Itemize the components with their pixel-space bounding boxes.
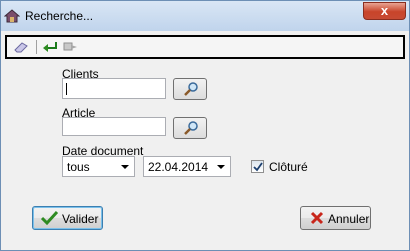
title-bar[interactable]: Recherche... x	[1, 1, 409, 31]
cloture-label: Clôturé	[269, 160, 308, 174]
magnifier-icon	[184, 121, 198, 135]
annuler-label: Annuler	[328, 212, 370, 226]
green-back-arrow-icon[interactable]	[42, 40, 58, 54]
window-title: Recherche...	[25, 9, 94, 23]
date-mode-select[interactable]: tous	[62, 156, 135, 177]
gray-forward-arrow-icon[interactable]	[63, 40, 79, 54]
checkmark-icon	[253, 162, 263, 172]
close-icon: x	[380, 3, 389, 18]
toolbar	[5, 35, 405, 59]
cloture-checkbox[interactable]	[251, 160, 264, 173]
green-checkmark-icon	[41, 210, 58, 226]
date-picker[interactable]: 22.04.2014	[143, 156, 231, 177]
toolbar-separator	[36, 40, 37, 54]
valider-button[interactable]: Valider	[32, 206, 103, 230]
magnifier-icon	[184, 82, 198, 96]
close-button[interactable]: x	[363, 2, 406, 20]
clients-lookup-button[interactable]	[173, 78, 207, 100]
eraser-icon[interactable]	[13, 40, 29, 54]
annuler-button[interactable]: Annuler	[300, 206, 371, 230]
chevron-down-icon	[121, 165, 129, 169]
house-icon	[4, 9, 20, 23]
text-cursor	[66, 83, 67, 95]
search-dialog: Recherche... x Clients Article Date docu…	[0, 0, 410, 251]
valider-label: Valider	[62, 212, 99, 226]
date-value: 22.04.2014	[148, 160, 209, 174]
red-x-icon	[310, 211, 324, 225]
clients-input[interactable]	[62, 78, 166, 99]
date-mode-value: tous	[67, 160, 90, 174]
chevron-down-icon	[217, 165, 225, 169]
article-input[interactable]	[62, 117, 166, 136]
article-lookup-button[interactable]	[173, 117, 207, 139]
